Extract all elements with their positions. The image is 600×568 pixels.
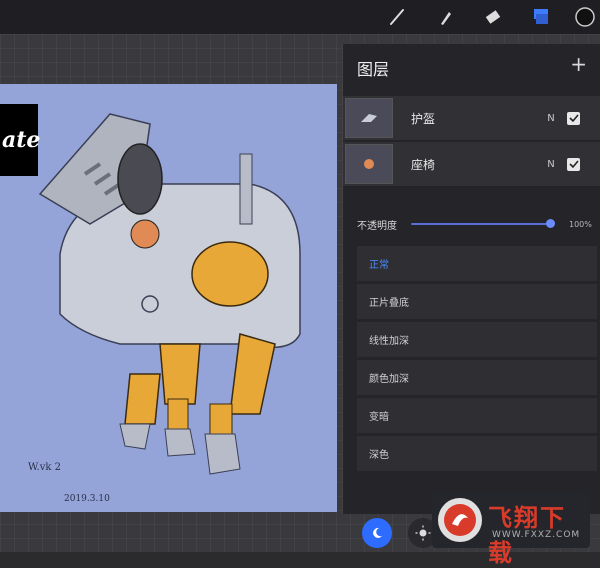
brush-icon[interactable] <box>384 4 410 30</box>
opacity-label: 不透明度 <box>357 220 397 232</box>
watermark-logo-icon <box>438 498 482 542</box>
layer-row-helmet[interactable]: 护盔 N <box>343 96 600 141</box>
blend-mode-darken[interactable]: 变暗 <box>357 398 597 434</box>
eraser-icon[interactable] <box>480 4 506 30</box>
layer-row-seat[interactable]: 座椅 N <box>343 142 600 187</box>
moon-icon[interactable] <box>362 518 392 548</box>
check-icon <box>568 114 579 123</box>
brand-badge: ate <box>0 104 40 176</box>
color-icon[interactable] <box>572 4 598 30</box>
plus-icon[interactable]: + <box>570 52 587 76</box>
top-toolbar <box>0 0 600 34</box>
opacity-slider[interactable] <box>411 219 555 228</box>
check-icon <box>568 160 579 169</box>
robot-illustration <box>38 113 301 475</box>
blend-mode-color-burn[interactable]: 颜色加深 <box>357 360 597 396</box>
drawing-canvas[interactable] <box>0 84 337 512</box>
signature-date: 2019.3.10 <box>64 494 110 504</box>
blend-mode-multiply[interactable]: 正片叠底 <box>357 284 597 320</box>
opacity-slider-knob[interactable] <box>546 219 555 228</box>
layer-name: 护盔 <box>411 111 436 126</box>
blend-mode-darker-color[interactable]: 深色 <box>357 436 597 472</box>
layer-blend-mode[interactable]: N <box>541 159 561 170</box>
blend-mode-normal[interactable]: 正常 <box>357 246 597 282</box>
layer-visibility-checkbox[interactable] <box>567 157 580 171</box>
opacity-row: 不透明度 100% <box>343 210 600 238</box>
opacity-value: 100% <box>569 219 592 229</box>
watermark-logo: 飞翔下载 WWW.FXXZ.COM <box>432 492 590 567</box>
layers-panel-title: 图层 <box>357 60 390 79</box>
layer-thumbnail <box>345 98 393 138</box>
artist-signature: W.vk 2 <box>28 462 61 473</box>
layer-name: 座椅 <box>411 157 436 172</box>
blend-mode-linear-burn[interactable]: 线性加深 <box>357 322 597 358</box>
blend-mode-list: 正常 正片叠底 线性加深 颜色加深 变暗 深色 <box>357 246 597 474</box>
layer-thumbnail <box>345 144 393 184</box>
smudge-icon[interactable] <box>432 4 458 30</box>
layers-panel: 图层 + 护盔 N 座椅 N 不透明度 100% 正常 正片叠底 线性加深 颜色… <box>342 44 600 514</box>
layers-icon[interactable] <box>528 4 554 30</box>
layer-visibility-checkbox[interactable] <box>567 111 580 125</box>
watermark-url: WWW.FXXZ.COM <box>492 530 581 540</box>
layer-blend-mode[interactable]: N <box>541 113 561 124</box>
